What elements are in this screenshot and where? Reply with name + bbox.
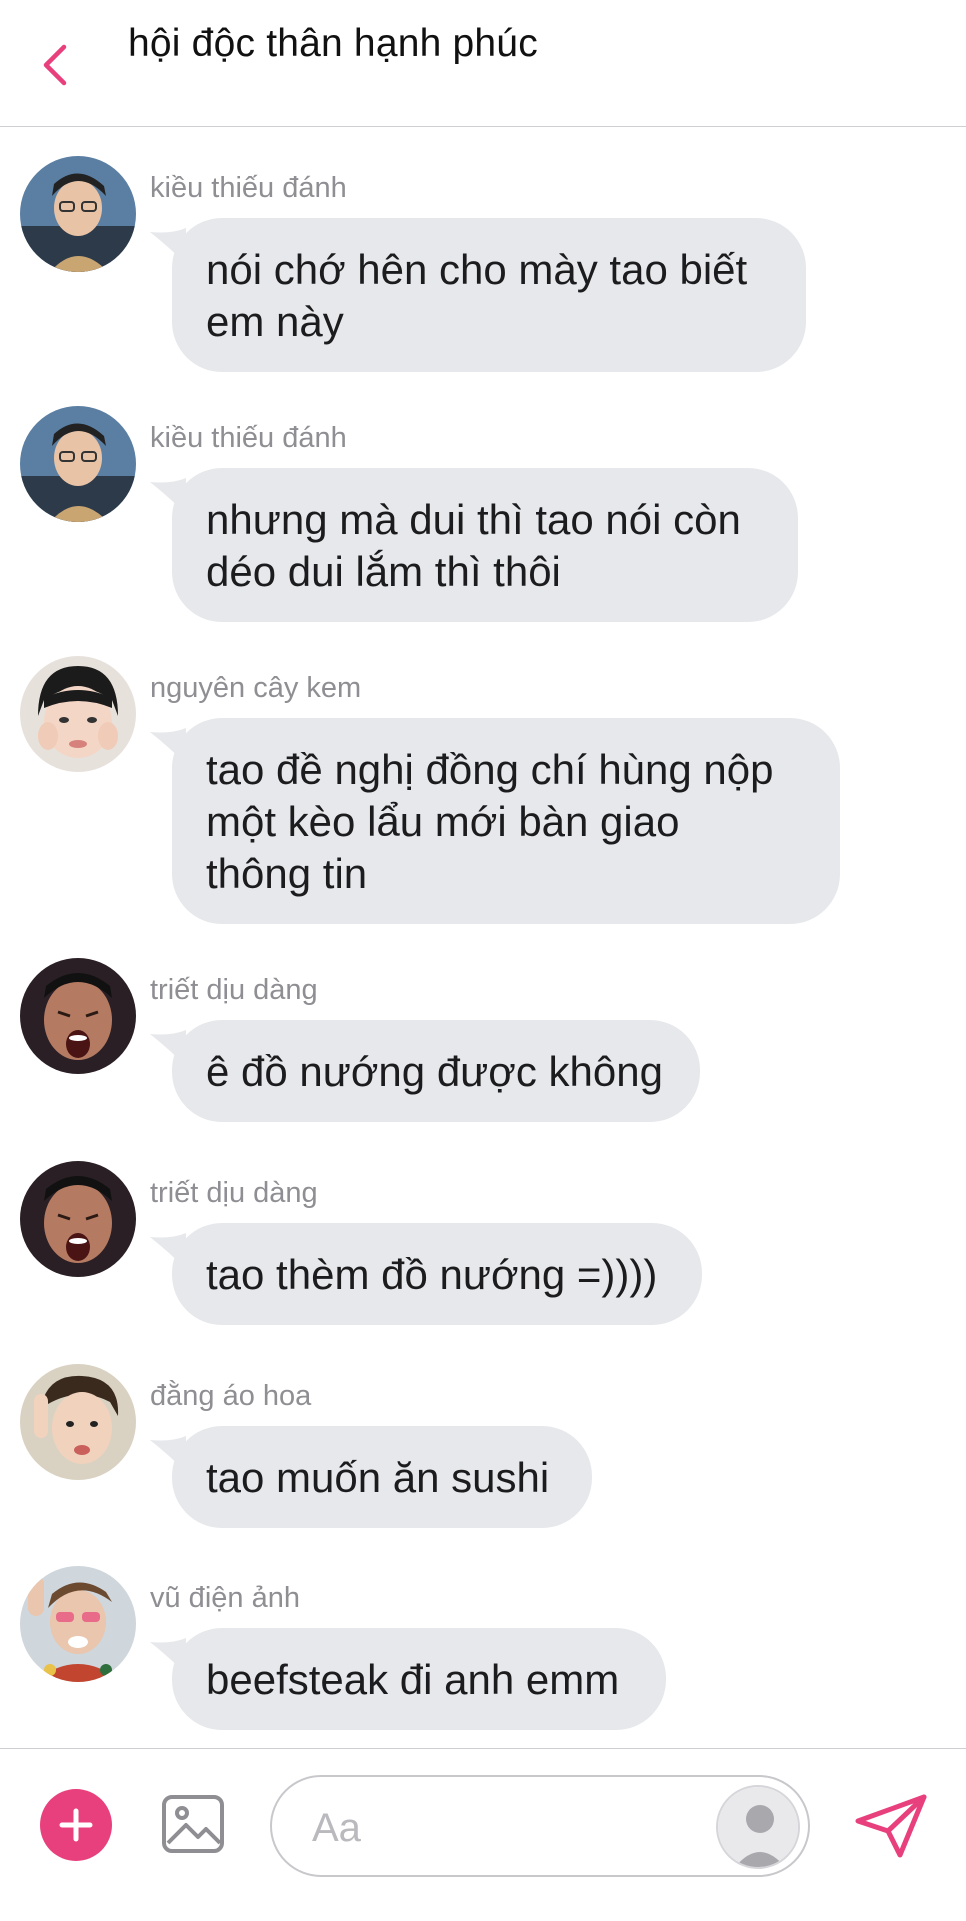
- message-list[interactable]: kiều thiếu đánh nói chớ hên cho mày tao …: [0, 126, 966, 1746]
- avatar[interactable]: [20, 1364, 136, 1480]
- composer-bar: [0, 1748, 966, 1921]
- sender-name: triết dịu dàng: [150, 974, 318, 1006]
- user-avatar[interactable]: [716, 1785, 800, 1869]
- message-text-line: một kèo lẩu mới bàn giao: [206, 798, 680, 845]
- person-placeholder-icon: [718, 1787, 798, 1867]
- message-text-line: tao thèm đồ nướng =)))): [206, 1251, 658, 1298]
- avatar[interactable]: [20, 406, 136, 522]
- message-text-line: nói chớ hên cho mày tao biết: [206, 246, 748, 293]
- avatar[interactable]: [20, 156, 136, 272]
- avatar[interactable]: [20, 958, 136, 1074]
- sender-name: triết dịu dàng: [150, 1177, 318, 1209]
- plus-icon: [59, 1808, 93, 1842]
- message-text-line: tao muốn ăn sushi: [206, 1454, 550, 1501]
- message-text-line: em này: [206, 298, 344, 345]
- message-bubble[interactable]: ê đồ nướng được không: [172, 1020, 700, 1122]
- message-text-line: thông tin: [206, 850, 368, 897]
- avatar[interactable]: [20, 656, 136, 772]
- chat-title: hội độc thân hạnh phúc: [128, 22, 538, 65]
- message-text-line: ê đồ nướng được không: [206, 1048, 663, 1095]
- avatar[interactable]: [20, 1161, 136, 1277]
- message-input-container[interactable]: [270, 1775, 810, 1877]
- add-button[interactable]: [40, 1789, 112, 1861]
- message-text-line: nhưng mà dui thì tao nói còn: [206, 496, 741, 543]
- message-text-line: déo dui lắm thì thôi: [206, 548, 561, 595]
- back-button[interactable]: [30, 40, 80, 90]
- message-bubble[interactable]: tao muốn ăn sushi: [172, 1426, 592, 1528]
- send-button[interactable]: [852, 1791, 932, 1861]
- sender-name: đằng áo hoa: [150, 1380, 312, 1412]
- message-bubble[interactable]: beefsteak đi anh emm: [172, 1628, 666, 1730]
- message-bubble[interactable]: tao thèm đồ nướng =)))): [172, 1223, 702, 1325]
- send-icon: [855, 1794, 927, 1858]
- message-bubble[interactable]: nhưng mà dui thì tao nói còn déo dui lắm…: [172, 468, 798, 622]
- message-text-line: beefsteak đi anh emm: [206, 1656, 620, 1703]
- sender-name: kiều thiếu đánh: [150, 172, 347, 204]
- chevron-left-icon: [43, 44, 67, 86]
- sender-name: kiều thiếu đánh: [150, 422, 347, 454]
- message-input[interactable]: [310, 1799, 674, 1857]
- sender-name: vũ điện ảnh: [150, 1582, 300, 1614]
- message-text-line: tao đề nghị đồng chí hùng nộp: [206, 746, 774, 793]
- sender-name: nguyên cây kem: [150, 672, 362, 704]
- photo-button[interactable]: [160, 1791, 226, 1857]
- image-icon: [162, 1795, 224, 1853]
- message-bubble[interactable]: nói chớ hên cho mày tao biết em này: [172, 218, 806, 372]
- chat-header: hội độc thân hạnh phúc: [0, 0, 966, 127]
- message-bubble[interactable]: tao đề nghị đồng chí hùng nộp một kèo lẩ…: [172, 718, 840, 924]
- avatar[interactable]: [20, 1566, 136, 1682]
